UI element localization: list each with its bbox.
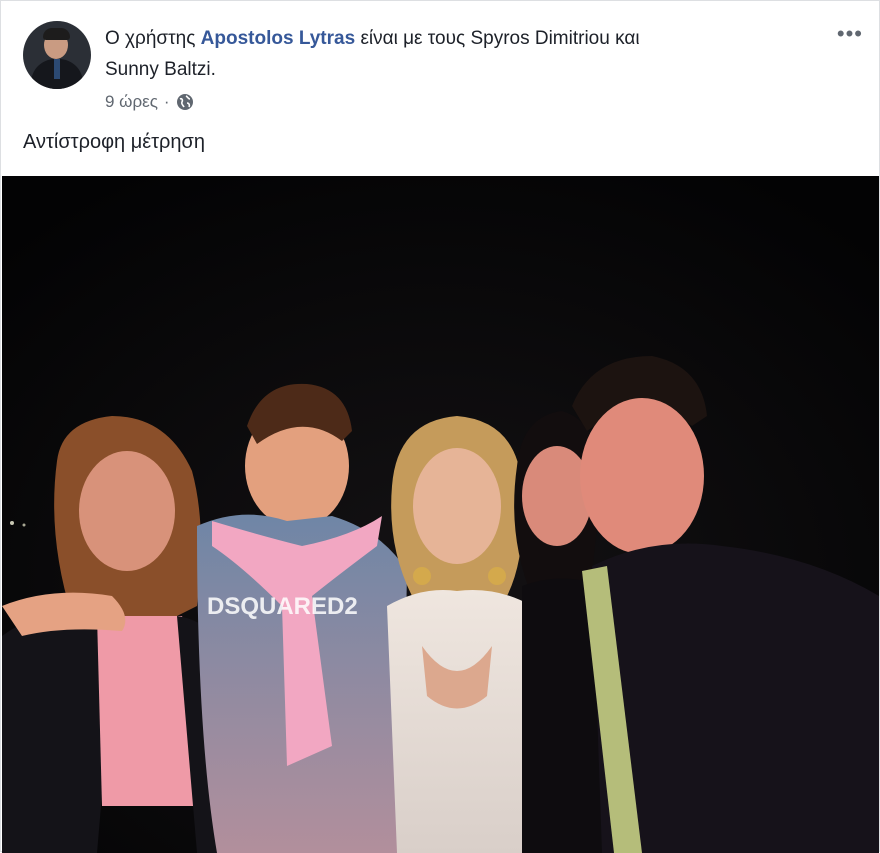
meta-separator: · <box>163 92 170 111</box>
tagged-user-2[interactable]: Sunny Baltzi <box>105 59 211 80</box>
period-text: . <box>210 59 216 80</box>
post-header: Ο χρήστης Apostolos Lytras είναι με τους… <box>23 21 869 121</box>
timestamp-link[interactable]: 9 ώρες <box>105 92 158 112</box>
post-caption: Αντίστροφη μέτρηση <box>23 131 206 153</box>
shirt-print-text: DSQUARED2 <box>207 593 358 620</box>
conjunction-text: και <box>615 28 640 49</box>
author-prefix: Ο χρήστης <box>105 28 196 49</box>
more-horizontal-icon[interactable]: ••• <box>837 23 863 45</box>
globe-icon[interactable] <box>176 93 194 111</box>
author-name-link[interactable]: Apostolos Lytras <box>201 28 356 49</box>
post-title-line: Ο χρήστης Apostolos Lytras είναι με τους… <box>105 23 805 85</box>
post-photo[interactable]: DSQUARED2 <box>2 176 879 853</box>
tagged-user-1[interactable]: Spyros Dimitriou <box>470 28 609 49</box>
post-meta: 9 ώρες · <box>105 92 194 112</box>
facebook-post: Ο χρήστης Apostolos Lytras είναι με τους… <box>0 0 880 853</box>
with-text: είναι με τους <box>360 28 466 49</box>
author-avatar[interactable] <box>23 21 91 89</box>
